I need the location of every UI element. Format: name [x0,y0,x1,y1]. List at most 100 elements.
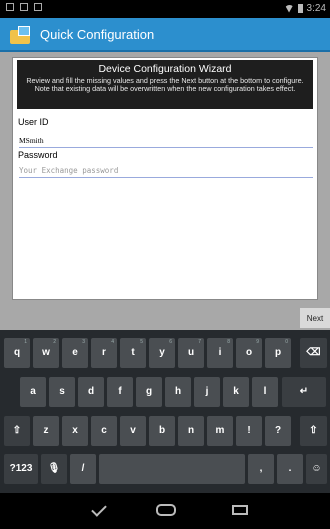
status-right: 3:24 [284,3,326,14]
key-a[interactable]: a [20,377,46,407]
wizard-description: Review and fill the missing values and p… [26,76,304,94]
key-c[interactable]: c [91,416,117,446]
key-hint: 6 [169,339,172,345]
notification-icons [6,3,42,11]
key-r[interactable]: r4 [91,338,117,368]
battery-icon [297,4,303,13]
soft-keyboard: q 1 w 2 e 3 r 4 t 5 y 6 u 7 i 8 o 9 p 0 ⌫ a s d f g h j k l ↵ ⇧ z x c v b n m!… [0,330,330,493]
key-p[interactable]: p0 [265,338,291,368]
key-u[interactable]: u7 [178,338,204,368]
key-z[interactable]: z [33,416,59,446]
key-s-label: s [59,386,65,397]
space-key[interactable] [99,454,245,484]
navigation-bar [0,493,330,529]
key-d-label: d [87,386,95,397]
key-hint: 9 [256,339,259,345]
key-l-label: l [263,386,267,397]
key-hint: 5 [140,339,143,345]
key-g[interactable]: g [136,377,162,407]
wizard-title: Device Configuration Wizard [98,63,232,75]
symbols-key[interactable]: ?123 [4,454,38,484]
key-hint: 0 [285,339,288,345]
content-area: Device Configuration Wizard Review and f… [0,52,330,330]
key-q[interactable]: q1 [4,338,30,368]
key-m-label: m [215,425,225,436]
key-g-label: g [145,386,153,397]
key-hint: 8 [227,339,230,345]
shift-key-left-label: ⇧ [12,425,22,436]
key-o[interactable]: o9 [236,338,262,368]
key-l[interactable]: l [252,377,278,407]
key-exclamation-label: ! [247,425,251,436]
key-hint: 7 [198,339,201,345]
key-o-label: o [245,347,253,358]
key-hint: 3 [82,339,85,345]
key-j-label: j [205,386,209,397]
key-n-label: n [187,425,195,436]
key-k[interactable]: k [223,377,249,407]
key-b[interactable]: b [149,416,175,446]
action-bar: Quick Configuration [0,18,330,52]
button-strip: Next [0,300,330,330]
notification-icon [6,3,14,11]
key-f-label: f [118,386,122,397]
microphone-key[interactable]: 🎙 [41,454,67,484]
key-exclamation[interactable]: ! [236,416,262,446]
emoji-key[interactable]: ☺ [306,454,327,484]
key-hint: 4 [111,339,114,345]
comma-key-label: , [259,463,263,474]
shift-key-right-label: ⇧ [309,425,318,436]
app-config-icon[interactable] [10,24,32,46]
symbols-key-label: ?123 [9,463,33,474]
status-bar: 3:24 [0,0,330,18]
home-icon[interactable] [156,504,176,516]
key-p-label: p [274,347,282,358]
comma-key[interactable]: , [248,454,274,484]
key-k-label: k [233,386,239,397]
key-question[interactable]: ? [265,416,291,446]
key-c-label: c [101,425,107,436]
key-n[interactable]: n [178,416,204,446]
shift-key-left[interactable]: ⇧ [4,416,30,446]
back-icon[interactable] [91,501,107,517]
key-i-label: i [218,347,222,358]
key-h-label: h [174,386,182,397]
notification-icon [20,3,28,11]
key-i[interactable]: i8 [207,338,233,368]
next-button[interactable]: Next [300,308,330,328]
key-x[interactable]: x [62,416,88,446]
period-key[interactable]: . [277,454,303,484]
user-id-input[interactable] [19,134,313,148]
action-bar-title: Quick Configuration [40,27,155,42]
key-t[interactable]: t5 [120,338,146,368]
key-f[interactable]: f [107,377,133,407]
password-input[interactable] [19,164,313,178]
microphone-key-label: 🎙 [47,463,61,474]
backspace-key[interactable]: ⌫ [300,338,327,368]
slash-key[interactable]: / [70,454,96,484]
key-d[interactable]: d [78,377,104,407]
key-y[interactable]: y6 [149,338,175,368]
key-v-label: v [130,425,136,436]
backspace-key-label: ⌫ [306,347,321,358]
shift-key-right[interactable]: ⇧ [300,416,327,446]
key-j[interactable]: j [194,377,220,407]
key-u-label: u [187,347,195,358]
recent-apps-icon[interactable] [232,505,248,515]
key-e[interactable]: e3 [62,338,88,368]
user-id-label: User ID [18,117,49,127]
key-y-label: y [159,347,165,358]
key-hint: 1 [24,339,27,345]
key-w[interactable]: w2 [33,338,59,368]
emoji-key-label: ☺ [311,463,322,474]
key-v[interactable]: v [120,416,146,446]
wizard-banner: Device Configuration Wizard Review and f… [17,60,313,109]
key-m[interactable]: m [207,416,233,446]
enter-key[interactable]: ↵ [282,377,326,407]
password-label: Password [18,150,58,160]
key-hint: 2 [53,339,56,345]
key-s[interactable]: s [49,377,75,407]
key-question-label: ? [274,425,282,436]
key-h[interactable]: h [165,377,191,407]
notification-icon [34,3,42,11]
